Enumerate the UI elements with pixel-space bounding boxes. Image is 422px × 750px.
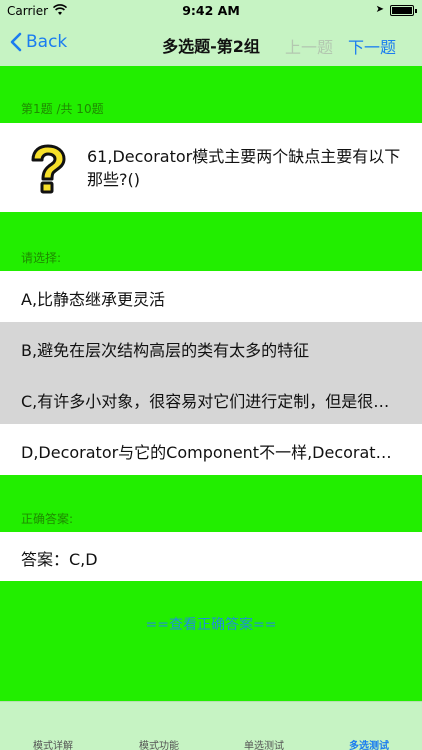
next-question-button[interactable]: 下一题	[348, 34, 396, 58]
status-bar: Carrier 9:42 AM ➤	[0, 0, 422, 22]
tab-single-choice-test[interactable]: 单选测试	[211, 737, 317, 750]
option-c[interactable]: C,有许多小对象，很容易对它们进行定制，但是很难学习这些系统	[0, 373, 422, 424]
options-label: 请选择:	[21, 251, 62, 265]
tab-bar: 模式详解 模式功能 单选测试 多选测试	[0, 701, 422, 750]
question-text: 61,Decorator模式主要两个缺点主要有以下那些?()	[87, 147, 401, 189]
option-a[interactable]: A,比静态继承更灵活	[0, 271, 422, 322]
previous-question-button[interactable]: 上一题	[285, 34, 333, 58]
question-card: 61,Decorator模式主要两个缺点主要有以下那些?()	[0, 123, 422, 212]
answer-text: 答案：C,D	[0, 532, 422, 581]
clock: 9:42 AM	[182, 3, 240, 18]
tab-pattern-details[interactable]: 模式详解	[0, 737, 106, 750]
show-answer-button[interactable]: ==查看正确答案==	[0, 608, 422, 638]
option-b[interactable]: B,避免在层次结构高层的类有太多的特征	[0, 322, 422, 373]
option-d[interactable]: D,Decorator与它的Component不一样,Decorator是一个透…	[0, 424, 422, 475]
question-mark-icon	[31, 144, 66, 194]
location-icon: ➤	[375, 4, 384, 15]
answer-label: 正确答案:	[21, 512, 74, 526]
tab-multiple-choice-test[interactable]: 多选测试	[316, 737, 422, 750]
navigation-bar: Back 多选题-第2组 上一题 下一题	[0, 22, 422, 66]
battery-icon	[390, 5, 417, 16]
tab-pattern-functions[interactable]: 模式功能	[106, 737, 212, 750]
question-progress: 第1题 /共 10题	[21, 102, 104, 116]
